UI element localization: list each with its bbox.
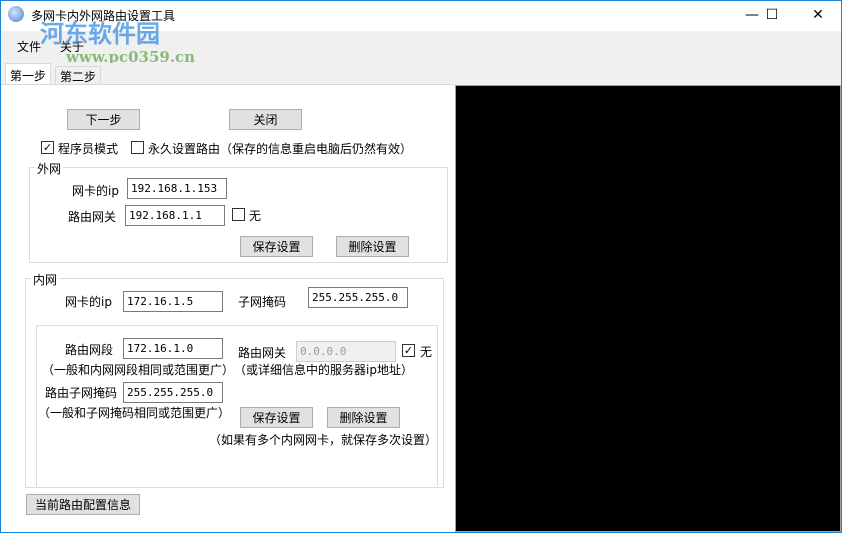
- route-segment-input[interactable]: 172.16.1.0: [123, 338, 223, 359]
- tab-step-2[interactable]: 第二步: [55, 66, 102, 85]
- wan-nic-ip-input[interactable]: 192.168.1.153: [127, 178, 227, 199]
- route-segment-label: 路由网段: [65, 343, 114, 357]
- programmer-mode-checkbox[interactable]: ✓: [41, 141, 54, 154]
- route-mask-label: 路由子网掩码: [45, 386, 118, 400]
- route-mask-hint: （一般和子网掩码相同或范围更广）: [38, 406, 231, 420]
- close-button[interactable]: 关闭: [229, 109, 302, 130]
- maximize-icon: ☐: [765, 7, 779, 23]
- wan-nic-ip-label: 网卡的ip: [72, 184, 119, 198]
- current-config-button[interactable]: 当前路由配置信息: [26, 494, 140, 515]
- wan-no-gateway-checkbox[interactable]: [232, 208, 245, 221]
- next-step-button[interactable]: 下一步: [67, 109, 140, 130]
- lan-delete-button[interactable]: 删除设置: [327, 407, 400, 428]
- lan-no-gateway-label: 无: [420, 345, 433, 359]
- permanent-route-label: 永久设置路由（保存的信息重启电脑后仍然有效）: [148, 142, 413, 156]
- lan-save-button[interactable]: 保存设置: [240, 407, 313, 428]
- close-window-button[interactable]: ✕: [795, 0, 841, 30]
- console-output: [455, 85, 841, 532]
- wan-no-gateway-label: 无: [249, 209, 262, 223]
- tab-step-1[interactable]: 第一步: [5, 63, 52, 85]
- lan-gateway-label: 路由网关: [238, 346, 287, 360]
- route-segment-hint: （一般和内网网段相同或范围更广）: [42, 363, 235, 377]
- programmer-mode-label: 程序员模式: [58, 142, 119, 156]
- lan-group-title: 内网: [31, 271, 60, 288]
- lan-gateway-input[interactable]: 0.0.0.0: [296, 341, 396, 362]
- route-mask-input[interactable]: 255.255.255.0: [123, 382, 223, 403]
- watermark-logo: 河东软件园: [40, 19, 160, 48]
- wan-group-title: 外网: [35, 160, 64, 177]
- lan-nic-ip-label: 网卡的ip: [65, 295, 112, 309]
- wan-gateway-label: 路由网关: [68, 210, 117, 224]
- multi-nic-hint: （如果有多个内网网卡，就保存多次设置）: [209, 433, 438, 447]
- wan-delete-button[interactable]: 删除设置: [336, 236, 409, 257]
- lan-mask-label: 子网掩码: [238, 295, 287, 309]
- lan-mask-input[interactable]: 255.255.255.0: [308, 287, 408, 308]
- lan-gateway-hint: （或详细信息中的服务器ip地址）: [234, 363, 413, 377]
- wan-gateway-input[interactable]: 192.168.1.1: [125, 205, 225, 226]
- permanent-route-checkbox[interactable]: [131, 141, 144, 154]
- tab-strip: [1, 63, 841, 85]
- app-icon: [8, 6, 24, 22]
- lan-no-gateway-checkbox[interactable]: ✓: [402, 344, 415, 357]
- wan-save-button[interactable]: 保存设置: [240, 236, 313, 257]
- lan-nic-ip-input[interactable]: 172.16.1.5: [123, 291, 223, 312]
- menu-file[interactable]: 文件: [17, 38, 41, 55]
